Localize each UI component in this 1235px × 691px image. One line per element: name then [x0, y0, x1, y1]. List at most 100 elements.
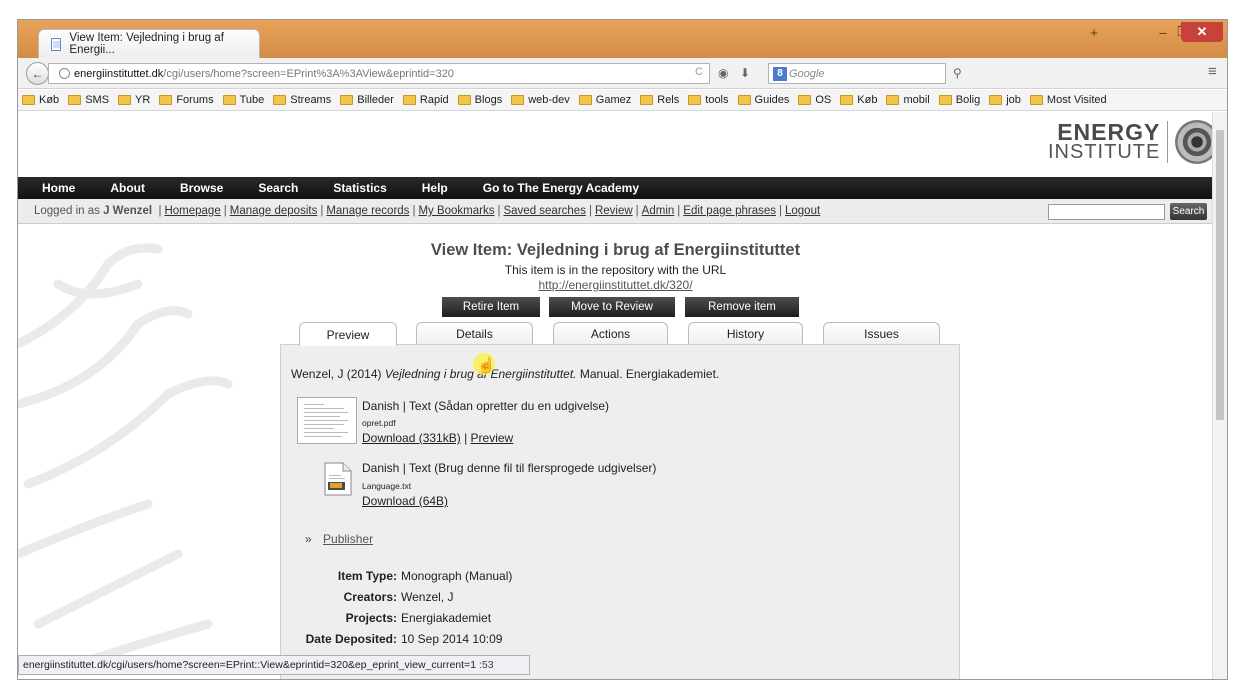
bookmark-item[interactable]: Most Visited [1029, 94, 1107, 106]
metadata-label: Creators: [343, 590, 397, 604]
tab-history[interactable]: History [688, 322, 803, 345]
bookmark-item[interactable]: web-dev [511, 94, 570, 106]
download-link[interactable]: Download (64B) [362, 494, 448, 508]
bookmark-item[interactable]: mobil [886, 94, 930, 106]
bookmark-label: Billeder [357, 94, 394, 106]
bookmarks-bar: Køb SMS YR Forums Tube Streams Billeder Rapid Bl… [18, 90, 1227, 111]
folder-icon [840, 95, 854, 105]
metadata-value: Wenzel, J [401, 590, 454, 604]
user-link-my-bookmarks[interactable]: My Bookmarks [418, 205, 494, 217]
doc-links: Download (331kB) | Preview [362, 431, 513, 445]
menu-item-help[interactable]: Help [422, 181, 448, 195]
scrollbar-thumb[interactable] [1216, 130, 1224, 420]
user-link-manage-records[interactable]: Manage records [326, 205, 409, 217]
tab-preview[interactable]: Preview [299, 322, 397, 346]
bookmark-item[interactable]: Tube [222, 94, 264, 106]
bookmark-label: Rels [657, 94, 680, 106]
bookmark-item[interactable]: Rels [640, 94, 679, 106]
text-file-icon[interactable] [323, 462, 353, 496]
menu-item-about[interactable]: About [110, 181, 145, 195]
search-icon[interactable]: ⚲ [953, 66, 962, 80]
folder-icon [159, 95, 173, 105]
partial-value: :53 [478, 659, 494, 671]
addon-icon[interactable]: ◉ [718, 66, 728, 80]
publisher-link[interactable]: Publisher [323, 532, 373, 546]
bookmark-item[interactable]: Køb [840, 94, 877, 106]
bookmark-label: Bolig [955, 94, 981, 106]
page-title: View Item: Vejledning i brug af Energiin… [430, 241, 801, 259]
search-engine-box[interactable]: 8 Google [768, 63, 946, 84]
tab-actions[interactable]: Actions [553, 322, 668, 345]
download-link[interactable]: Download (331kB) [362, 431, 461, 445]
site-menu: Home About Browse Search Statistics Help Go to… [18, 177, 1213, 199]
move-to-review-button[interactable]: Move to Review [549, 297, 675, 317]
decorative-branches-icon [18, 243, 233, 669]
user-link-homepage[interactable]: Homepage [164, 205, 220, 217]
document-thumbnail[interactable] [297, 397, 357, 444]
bookmark-item[interactable]: OS [798, 94, 831, 106]
logo-line2: INSTITUTE [1048, 141, 1161, 163]
search-placeholder: Google [789, 67, 825, 80]
address-bar[interactable]: energiinstituttet.dk /cgi/users/home?scr… [48, 63, 710, 84]
user-link-edit-page-phrases[interactable]: Edit page phrases [683, 205, 776, 217]
bookmark-item[interactable]: Guides [737, 94, 789, 106]
bookmark-item[interactable]: Blogs [457, 94, 502, 106]
doc-filename: Language.txt [362, 481, 412, 491]
user-link-manage-deposits[interactable]: Manage deposits [230, 205, 318, 217]
bookmark-item[interactable]: tools [688, 94, 729, 106]
bookmark-item[interactable]: Rapid [402, 94, 449, 106]
navigation-bar: ← energiinstituttet.dk /cgi/users/home?s… [18, 58, 1227, 89]
user-link-review[interactable]: Review [595, 205, 633, 217]
tab-issues[interactable]: Issues [823, 322, 940, 345]
retire-item-button[interactable]: Retire Item [442, 297, 540, 317]
menu-icon[interactable]: ≡ [1208, 63, 1217, 80]
user-link-logout[interactable]: Logout [785, 205, 820, 217]
status-bar: energiinstituttet.dk/cgi/users/home?scre… [18, 655, 530, 675]
download-icon[interactable]: ⬇ [740, 66, 750, 80]
bookmark-item[interactable]: SMS [68, 94, 109, 106]
folder-icon [402, 95, 416, 105]
menu-item-browse[interactable]: Browse [180, 181, 223, 195]
publisher-toggle[interactable]: » Publisher [305, 532, 373, 546]
menu-item-search[interactable]: Search [258, 181, 298, 195]
browser-window: View Item: Vejledning i brug af Energii.… [17, 19, 1228, 680]
user-link-saved-searches[interactable]: Saved searches [503, 205, 585, 217]
browser-tab[interactable]: View Item: Vejledning i brug af Energii.… [38, 29, 260, 58]
bookmark-item[interactable]: Forums [159, 94, 214, 106]
status-url: energiinstituttet.dk/cgi/users/home?scre… [23, 659, 477, 671]
metadata-row: Date Deposited: 10 Sep 2014 10:09 [279, 632, 579, 646]
remove-item-button[interactable]: Remove item [685, 297, 799, 317]
menu-item-statistics[interactable]: Statistics [333, 181, 386, 195]
back-button[interactable]: ← [26, 62, 49, 85]
bookmark-item[interactable]: Bolig [938, 94, 981, 106]
folder-icon [511, 95, 525, 105]
doc-links: Download (64B) [362, 494, 448, 508]
bookmark-item[interactable]: YR [118, 94, 150, 106]
hand-cursor-icon: ☝ [477, 357, 496, 374]
metadata-row: Item Type: Monograph (Manual) [279, 569, 579, 583]
menu-item-home[interactable]: Home [42, 181, 75, 195]
folder-icon [886, 95, 900, 105]
bookmark-item[interactable]: Køb [22, 94, 59, 106]
url-domain: energiinstituttet.dk [74, 67, 164, 80]
site-search-button[interactable]: Search [1170, 203, 1207, 220]
item-url-link[interactable]: http://energiinstituttet.dk/320/ [538, 278, 692, 292]
preview-link[interactable]: Preview [471, 431, 514, 445]
tab-details[interactable]: Details [416, 322, 533, 345]
reload-icon[interactable]: C [695, 66, 703, 78]
bookmark-label: YR [135, 94, 151, 106]
bookmark-item[interactable]: Gamez [578, 94, 631, 106]
bookmark-item[interactable]: Billeder [340, 94, 394, 106]
bookmark-item[interactable]: job [989, 94, 1021, 106]
user-link-admin[interactable]: Admin [642, 205, 675, 217]
new-tab-icon[interactable]: + [1080, 22, 1108, 42]
url-path: /cgi/users/home?screen=EPrint%3A%3AView&… [163, 67, 454, 80]
folder-icon [273, 95, 287, 105]
menu-item-go-to-the-energy-academy[interactable]: Go to The Energy Academy [483, 181, 639, 195]
close-button[interactable]: ✕ [1181, 22, 1223, 42]
bookmark-label: Most Visited [1046, 94, 1107, 106]
site-search-input[interactable] [1048, 204, 1165, 220]
bookmark-item[interactable]: Streams [273, 94, 331, 106]
vertical-scrollbar[interactable] [1212, 112, 1227, 679]
folder-icon [22, 95, 35, 105]
